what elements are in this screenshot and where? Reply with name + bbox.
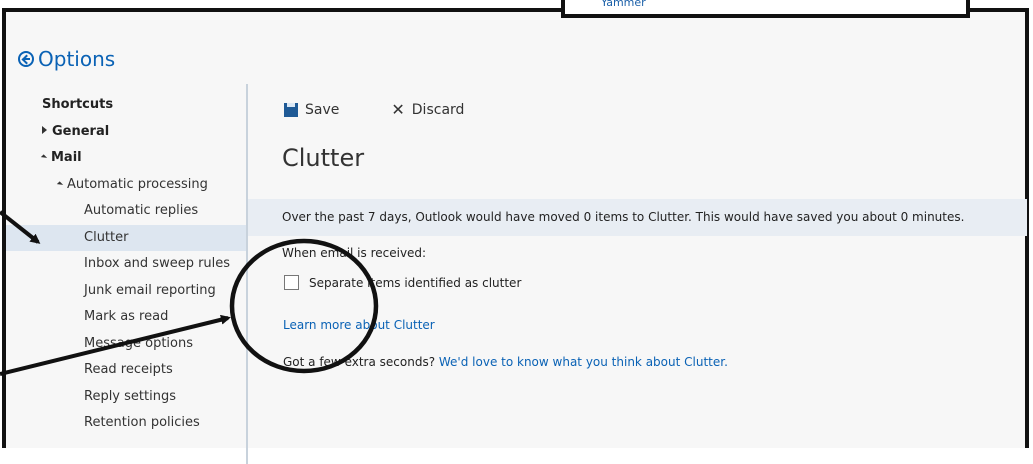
page-title: Clutter — [282, 144, 365, 172]
separate-clutter-checkbox[interactable] — [284, 275, 299, 290]
sidebar-item-reply-settings[interactable]: Reply settings — [6, 384, 246, 411]
clutter-info-bar: Over the past 7 days, Outlook would have… — [248, 199, 1027, 236]
popup-remnant: Yammer — [561, 0, 970, 18]
sidebar-item-mark-as-read[interactable]: Mark as read — [6, 304, 246, 331]
options-title: Options — [38, 47, 116, 71]
separate-clutter-label: Separate items identified as clutter — [309, 275, 522, 290]
close-icon: ✕ — [391, 100, 405, 119]
feedback-text: Got a few extra seconds? We'd love to kn… — [283, 355, 728, 369]
feedback-link[interactable]: We'd love to know what you think about C… — [439, 355, 728, 369]
options-sidebar: Shortcuts General Mail Automatic process… — [6, 92, 246, 437]
sidebar-item-mail[interactable]: Mail — [6, 145, 246, 172]
sidebar-item-general[interactable]: General — [6, 119, 246, 146]
save-button[interactable]: Save — [284, 100, 339, 119]
collapse-icon — [40, 154, 48, 161]
sidebar-item-message-options[interactable]: Message options — [6, 331, 246, 358]
separate-clutter-row[interactable]: Separate items identified as clutter — [284, 275, 521, 290]
sidebar-divider — [246, 84, 248, 464]
collapse-icon — [56, 180, 64, 188]
when-received-label: When email is received: — [282, 246, 427, 260]
back-arrow-icon[interactable] — [18, 51, 34, 67]
sidebar-item-automatic-processing[interactable]: Automatic processing — [6, 172, 246, 199]
toolbar: Save ✕ Discard — [284, 100, 516, 119]
options-header[interactable]: Options — [18, 47, 115, 71]
sidebar-item-inbox-sweep-rules[interactable]: Inbox and sweep rules — [6, 251, 246, 278]
sidebar-item-clutter[interactable]: Clutter — [6, 224, 246, 251]
feedback-prefix: Got a few extra seconds? — [283, 355, 436, 369]
sidebar-item-automatic-replies[interactable]: Automatic replies — [6, 198, 246, 225]
save-icon — [284, 102, 298, 117]
expand-icon — [42, 125, 47, 134]
learn-more-link[interactable]: Learn more about Clutter — [283, 318, 435, 332]
popup-text[interactable]: Yammer — [601, 0, 646, 9]
options-app: Options Shortcuts General Mail Automatic… — [2, 8, 1029, 464]
discard-button[interactable]: ✕ Discard — [391, 100, 464, 119]
sidebar-item-read-receipts[interactable]: Read receipts — [6, 357, 246, 384]
sidebar-item-junk-email-reporting[interactable]: Junk email reporting — [6, 278, 246, 305]
sidebar-item-retention-policies[interactable]: Retention policies — [6, 410, 246, 437]
sidebar-item-shortcuts[interactable]: Shortcuts — [6, 92, 246, 119]
